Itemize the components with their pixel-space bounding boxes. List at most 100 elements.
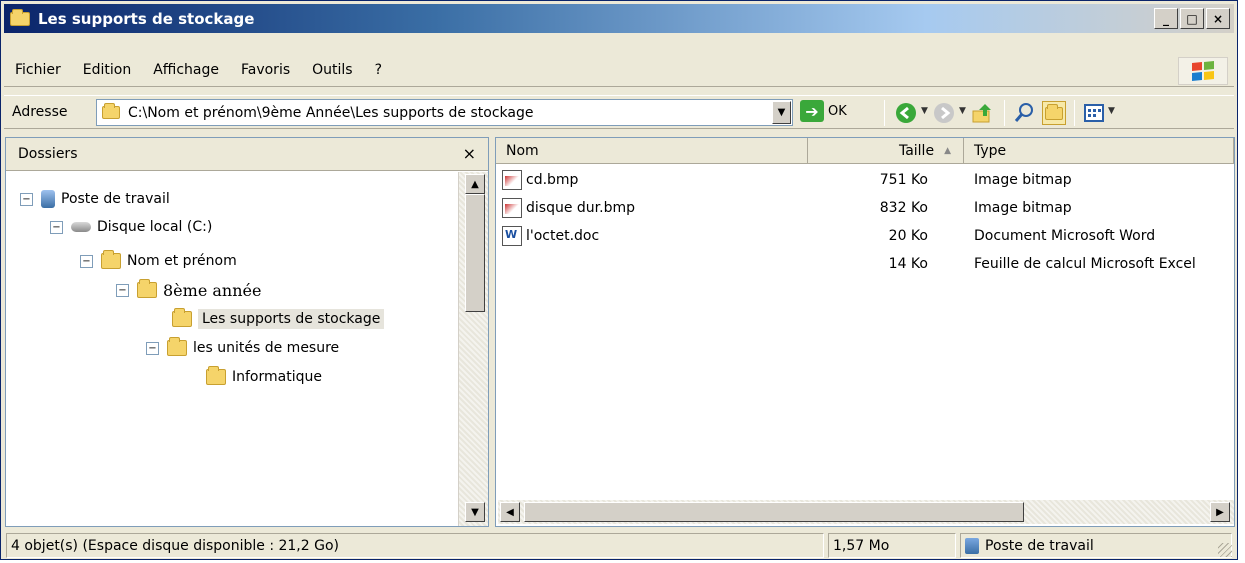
- window-controls: _ □ ×: [1154, 8, 1230, 29]
- scroll-right-icon[interactable]: ▶: [1210, 502, 1230, 522]
- column-size-label: Taille: [898, 142, 935, 159]
- file-row[interactable]: cd.bmp 751 Ko Image bitmap: [496, 168, 1234, 194]
- folders-pane: Dossiers × − Poste de travail − Disque l…: [5, 137, 489, 527]
- file-row[interactable]: 14 Ko Feuille de calcul Microsoft Excel: [496, 252, 1234, 278]
- tree-item-nom-et-prenom[interactable]: − Nom et prénom: [80, 248, 237, 274]
- column-name-label: Nom: [506, 142, 539, 159]
- go-label: OK: [828, 103, 847, 119]
- scroll-thumb[interactable]: [524, 502, 1024, 522]
- views-icon[interactable]: [1082, 101, 1106, 125]
- scroll-up-icon[interactable]: ▲: [465, 174, 485, 194]
- menu-affichage[interactable]: Affichage: [142, 62, 230, 78]
- tree-item-label: 8ème année: [163, 280, 262, 300]
- file-size: 751 Ko: [879, 172, 928, 188]
- folder-open-icon: [172, 308, 192, 327]
- file-row[interactable]: l'octet.doc 20 Ko Document Microsoft Wor…: [496, 224, 1234, 250]
- menu-outils[interactable]: Outils: [301, 62, 363, 78]
- folder-icon: [102, 103, 120, 119]
- column-header-size[interactable]: Taille ▲: [808, 138, 964, 164]
- word-doc-icon: [502, 226, 522, 246]
- tree-item-informatique[interactable]: Informatique: [206, 364, 322, 390]
- status-objects: 4 objet(s) (Espace disque disponible : 2…: [6, 533, 824, 558]
- menu-help[interactable]: ?: [364, 62, 393, 78]
- status-bar: 4 objet(s) (Espace disque disponible : 2…: [4, 531, 1234, 559]
- file-name: disque dur.bmp: [526, 200, 635, 216]
- tree-item-les-unites-de-mesure[interactable]: − les unités de mesure: [146, 335, 339, 361]
- bitmap-icon: [502, 198, 522, 218]
- file-type: Image bitmap: [974, 200, 1072, 216]
- folders-pane-header: Dossiers ×: [6, 138, 488, 171]
- tree-item-label: les unités de mesure: [193, 340, 340, 356]
- files-pane: Nom Taille ▲ Type cd.bmp 751 Ko Image bi…: [495, 137, 1235, 527]
- file-name: cd.bmp: [526, 172, 579, 188]
- title-bar[interactable]: Les supports de stockage _ □ ×: [4, 4, 1234, 33]
- folders-pane-title: Dossiers: [18, 146, 78, 162]
- chevron-down-icon[interactable]: ▼: [959, 106, 966, 116]
- go-button[interactable]: ➔ OK: [800, 100, 847, 122]
- folders-vertical-scrollbar[interactable]: ▲ ▼: [458, 172, 488, 526]
- address-input[interactable]: C:\Nom et prénom\9ème Année\Les supports…: [96, 99, 793, 126]
- file-size: 20 Ko: [888, 228, 928, 244]
- folders-icon[interactable]: [1042, 101, 1066, 125]
- status-size: 1,57 Mo: [828, 533, 956, 558]
- folder-icon: [10, 8, 32, 28]
- computer-icon: [965, 537, 979, 554]
- drive-icon: [71, 222, 91, 232]
- address-bar: Adresse C:\Nom et prénom\9ème Année\Les …: [4, 95, 1234, 129]
- collapse-icon[interactable]: −: [50, 220, 63, 234]
- collapse-icon[interactable]: −: [146, 341, 159, 355]
- computer-icon: [41, 190, 55, 208]
- sort-up-icon: ▲: [944, 145, 951, 156]
- chevron-down-icon[interactable]: ▼: [772, 101, 791, 124]
- toolbar-separator: [884, 100, 885, 126]
- collapse-icon[interactable]: −: [80, 254, 93, 268]
- tree-item-label: Poste de travail: [61, 191, 170, 207]
- tree-item-label: Disque local (C:): [97, 219, 213, 235]
- scroll-thumb[interactable]: [465, 194, 485, 312]
- minimize-button[interactable]: _: [1154, 8, 1178, 29]
- scroll-down-icon[interactable]: ▼: [465, 502, 485, 522]
- chevron-down-icon[interactable]: ▼: [921, 106, 928, 116]
- menu-fichier[interactable]: Fichier: [4, 62, 72, 78]
- column-header-type[interactable]: Type: [964, 138, 1234, 164]
- arrow-right-icon: ➔: [800, 100, 824, 122]
- menu-favoris[interactable]: Favoris: [230, 62, 301, 78]
- up-folder-icon[interactable]: [970, 101, 994, 125]
- file-row[interactable]: disque dur.bmp 832 Ko Image bitmap: [496, 196, 1234, 222]
- collapse-icon[interactable]: −: [20, 192, 33, 206]
- files-horizontal-scrollbar[interactable]: ◀ ▶: [498, 500, 1234, 524]
- folder-icon: [206, 366, 226, 385]
- bitmap-icon: [502, 170, 522, 190]
- folder-icon: [167, 337, 187, 356]
- file-size: 832 Ko: [879, 200, 928, 216]
- close-icon[interactable]: ×: [463, 144, 476, 163]
- explorer-window: Les supports de stockage _ □ × Fichier E…: [0, 0, 1238, 560]
- windows-logo-icon: [1178, 57, 1228, 85]
- resize-grip[interactable]: [1218, 543, 1232, 557]
- file-type: Feuille de calcul Microsoft Excel: [974, 256, 1196, 272]
- maximize-button[interactable]: □: [1180, 8, 1204, 29]
- folder-icon: [101, 250, 121, 269]
- close-button[interactable]: ×: [1206, 8, 1230, 29]
- tree-item-les-supports-de-stockage[interactable]: Les supports de stockage: [172, 306, 385, 332]
- tree-item-8eme-annee[interactable]: − 8ème année: [116, 277, 261, 303]
- status-location: Poste de travail: [960, 533, 1232, 558]
- column-header-name[interactable]: Nom: [496, 138, 808, 164]
- tree-item-poste-de-travail[interactable]: − Poste de travail: [20, 186, 170, 212]
- file-type: Document Microsoft Word: [974, 228, 1156, 244]
- folder-tree: − Poste de travail − Disque local (C:) −…: [6, 172, 456, 526]
- menu-bar: Fichier Edition Affichage Favoris Outils…: [4, 54, 1234, 87]
- file-name: l'octet.doc: [526, 228, 600, 244]
- tree-item-label: Les supports de stockage: [198, 309, 385, 329]
- back-icon[interactable]: [894, 101, 918, 125]
- tree-item-disque-local[interactable]: − Disque local (C:): [50, 214, 212, 240]
- search-icon[interactable]: [1012, 101, 1036, 125]
- collapse-icon[interactable]: −: [116, 283, 129, 297]
- chevron-down-icon[interactable]: ▼: [1108, 106, 1115, 116]
- toolbar-separator: [1004, 100, 1005, 126]
- forward-icon[interactable]: [932, 101, 956, 125]
- menu-edition[interactable]: Edition: [72, 62, 142, 78]
- scroll-left-icon[interactable]: ◀: [500, 502, 520, 522]
- address-label: Adresse: [12, 104, 68, 120]
- tree-item-label: Informatique: [232, 369, 322, 385]
